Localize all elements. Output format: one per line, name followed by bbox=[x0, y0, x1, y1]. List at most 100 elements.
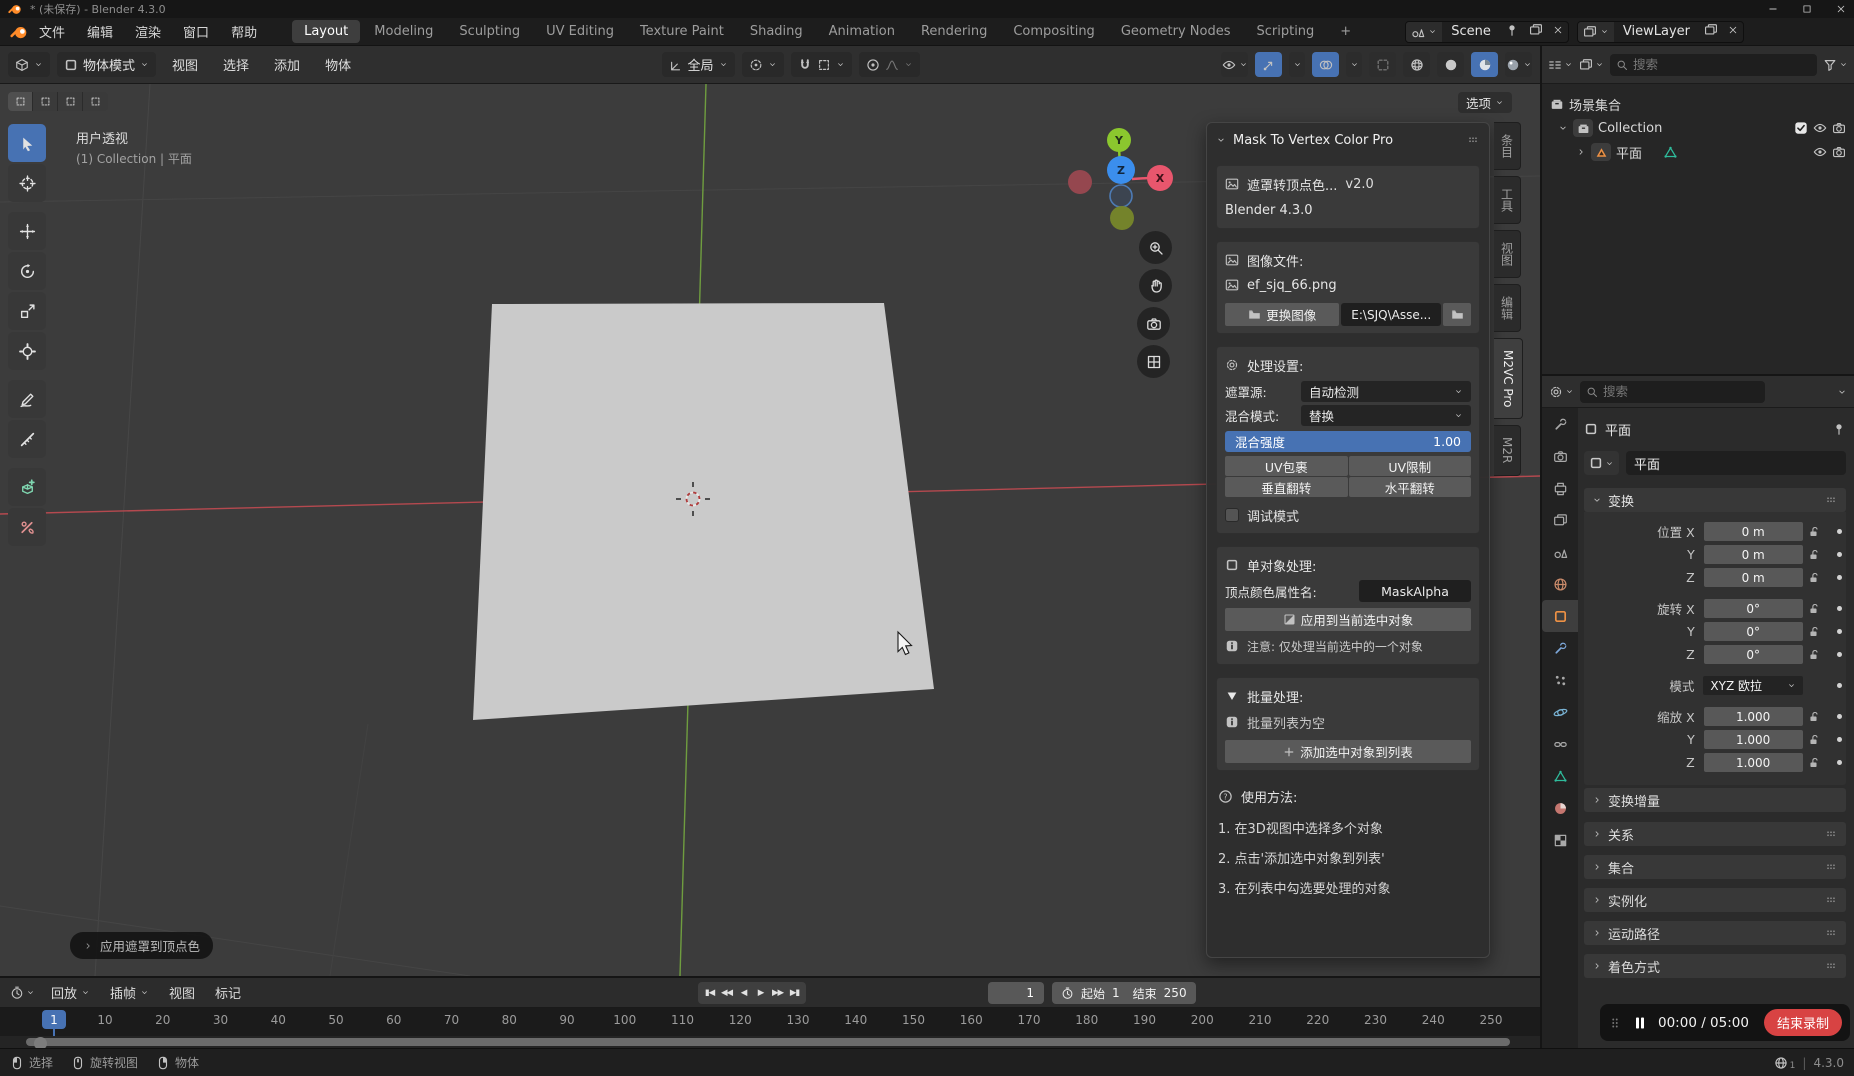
grip-icon[interactable] bbox=[1824, 827, 1838, 841]
image-path-field[interactable]: E:\SJQ\Asse... bbox=[1341, 303, 1441, 326]
animate-dot[interactable] bbox=[1837, 552, 1842, 557]
unlink-scene-icon[interactable] bbox=[1553, 25, 1563, 35]
scale-y-field[interactable]: 1.000 bbox=[1704, 730, 1803, 749]
jump-to-start-button[interactable]: ▮◀ bbox=[701, 988, 718, 998]
menu-file[interactable]: 文件 bbox=[28, 22, 76, 41]
maximize-icon[interactable] bbox=[1802, 4, 1812, 14]
properties-search-input[interactable] bbox=[1603, 384, 1759, 399]
3d-viewport[interactable]: 用户透视 (1) Collection | 平面 选项 Y bbox=[0, 84, 1540, 976]
blend-mode-dropdown[interactable]: 替换 bbox=[1301, 405, 1471, 426]
apply-to-selected-button[interactable]: 应用到当前选中对象 bbox=[1225, 608, 1471, 631]
drag-handle-icon[interactable] bbox=[1608, 1016, 1622, 1030]
animate-dot[interactable] bbox=[1837, 629, 1842, 634]
navigation-gizmo[interactable]: Y Z X bbox=[1048, 94, 1188, 234]
section-relations[interactable]: 关系 bbox=[1584, 822, 1846, 846]
tool-select-box[interactable] bbox=[8, 124, 46, 162]
animate-dot[interactable] bbox=[1837, 529, 1842, 534]
lock-icon[interactable] bbox=[1808, 733, 1821, 746]
add-selected-button[interactable]: 添加选中对象到列表 bbox=[1225, 740, 1471, 763]
menu-object[interactable]: 物体 bbox=[316, 55, 360, 74]
animate-dot[interactable] bbox=[1837, 683, 1842, 688]
section-motion-paths[interactable]: 运动路径 bbox=[1584, 921, 1846, 945]
mask-source-dropdown[interactable]: 自动检测 bbox=[1301, 381, 1471, 402]
tab-geometry-nodes[interactable]: Geometry Nodes bbox=[1109, 20, 1243, 43]
attr-name-field[interactable] bbox=[1359, 580, 1471, 602]
select-extend-button[interactable] bbox=[33, 92, 58, 111]
menu-view[interactable]: 视图 bbox=[161, 983, 203, 1002]
sidebar-tab-m2r[interactable]: M2R bbox=[1494, 425, 1521, 475]
grip-icon[interactable] bbox=[1824, 959, 1838, 973]
timeline-editor-type[interactable] bbox=[6, 986, 39, 1000]
grip-icon[interactable] bbox=[1824, 893, 1838, 907]
outliner-filter-mode[interactable] bbox=[1579, 58, 1604, 72]
grip-icon[interactable] bbox=[1824, 926, 1838, 940]
breadcrumb-object[interactable]: 平面 bbox=[1605, 420, 1631, 439]
camera-view-button[interactable] bbox=[1137, 307, 1170, 340]
tool-rotate[interactable] bbox=[8, 252, 46, 290]
menu-keying[interactable]: 插帧 bbox=[102, 983, 157, 1002]
shading-wireframe[interactable] bbox=[1403, 52, 1430, 77]
debug-checkbox[interactable] bbox=[1225, 508, 1239, 522]
start-value[interactable]: 1 bbox=[1112, 986, 1120, 1000]
prev-keyframe-button[interactable]: ◀◀ bbox=[718, 988, 735, 998]
scene-name[interactable]: Scene bbox=[1442, 24, 1500, 39]
gizmo-dropdown[interactable] bbox=[1289, 52, 1305, 77]
next-keyframe-button[interactable]: ▶▶ bbox=[769, 988, 786, 998]
animate-dot[interactable] bbox=[1837, 606, 1842, 611]
rotation-mode-dropdown[interactable]: XYZ 欧拉 bbox=[1703, 676, 1802, 695]
menu-help[interactable]: 帮助 bbox=[220, 22, 268, 41]
object-id-selector[interactable] bbox=[1584, 451, 1619, 475]
mode-selector[interactable]: 物体模式 bbox=[57, 52, 156, 77]
outliner-search[interactable] bbox=[1610, 54, 1817, 76]
tab-sculpting[interactable]: Sculpting bbox=[447, 20, 532, 43]
tool-measure[interactable] bbox=[8, 420, 46, 458]
pan-button[interactable] bbox=[1139, 269, 1172, 302]
zoom-button[interactable] bbox=[1139, 231, 1172, 264]
stop-recording-button[interactable]: 结束录制 bbox=[1764, 1009, 1842, 1036]
play-reverse-button[interactable]: ◀ bbox=[735, 988, 752, 998]
end-value[interactable]: 250 bbox=[1164, 986, 1187, 1000]
browse-image-button[interactable] bbox=[1443, 303, 1471, 326]
jump-to-end-button[interactable]: ▶▮ bbox=[786, 988, 803, 998]
uv-clamp-button[interactable]: UV限制 bbox=[1349, 456, 1472, 476]
checkbox-icon[interactable] bbox=[1794, 121, 1808, 135]
remove-viewlayer-icon[interactable] bbox=[1728, 25, 1738, 35]
sidebar-tab-item[interactable]: 条目 bbox=[1494, 122, 1521, 170]
tool-addon-extra[interactable] bbox=[8, 508, 46, 546]
blend-strength-slider[interactable]: 混合强度1.00 bbox=[1225, 431, 1471, 452]
tab-uv-editing[interactable]: UV Editing bbox=[534, 20, 626, 43]
lock-icon[interactable] bbox=[1808, 525, 1821, 538]
location-y-field[interactable]: 0 m bbox=[1704, 545, 1803, 564]
chevron-right-icon[interactable] bbox=[1576, 147, 1586, 157]
pin-icon[interactable] bbox=[1505, 23, 1519, 37]
chevron-down-icon[interactable] bbox=[1558, 123, 1568, 133]
panel-title[interactable]: Mask To Vertex Color Pro bbox=[1233, 133, 1393, 148]
pivot-point-button[interactable] bbox=[742, 52, 784, 77]
menu-render[interactable]: 渲染 bbox=[124, 22, 172, 41]
camera-icon[interactable] bbox=[1832, 121, 1846, 135]
properties-editor-type[interactable] bbox=[1549, 385, 1574, 399]
animate-dot[interactable] bbox=[1837, 760, 1842, 765]
menu-view[interactable]: 视图 bbox=[163, 55, 207, 74]
tab-scripting[interactable]: Scripting bbox=[1244, 20, 1326, 43]
sidebar-tab-view[interactable]: 视图 bbox=[1494, 230, 1521, 278]
tab-object-data[interactable] bbox=[1542, 760, 1578, 792]
rotation-y-field[interactable]: 0° bbox=[1704, 622, 1803, 641]
rotation-x-field[interactable]: 0° bbox=[1704, 599, 1803, 618]
tab-rendering[interactable]: Rendering bbox=[909, 20, 999, 43]
location-x-field[interactable]: 0 m bbox=[1704, 522, 1803, 541]
playhead[interactable]: 1 bbox=[42, 1010, 66, 1029]
menu-add[interactable]: 添加 bbox=[265, 55, 309, 74]
lock-icon[interactable] bbox=[1808, 548, 1821, 561]
select-intersect-button[interactable] bbox=[83, 92, 108, 111]
new-scene-icon[interactable] bbox=[1529, 23, 1543, 37]
visibility-dropdown[interactable] bbox=[1221, 52, 1248, 77]
scene-selector[interactable]: Scene bbox=[1405, 21, 1569, 43]
blender-menu-icon[interactable] bbox=[10, 23, 28, 41]
tab-texture-paint[interactable]: Texture Paint bbox=[628, 20, 736, 43]
play-button[interactable]: ▶ bbox=[752, 988, 769, 998]
tab-tool[interactable] bbox=[1542, 408, 1578, 440]
collection-row[interactable]: Collection bbox=[1542, 116, 1854, 140]
tool-cursor[interactable] bbox=[8, 164, 46, 202]
grip-icon[interactable] bbox=[1466, 133, 1480, 147]
